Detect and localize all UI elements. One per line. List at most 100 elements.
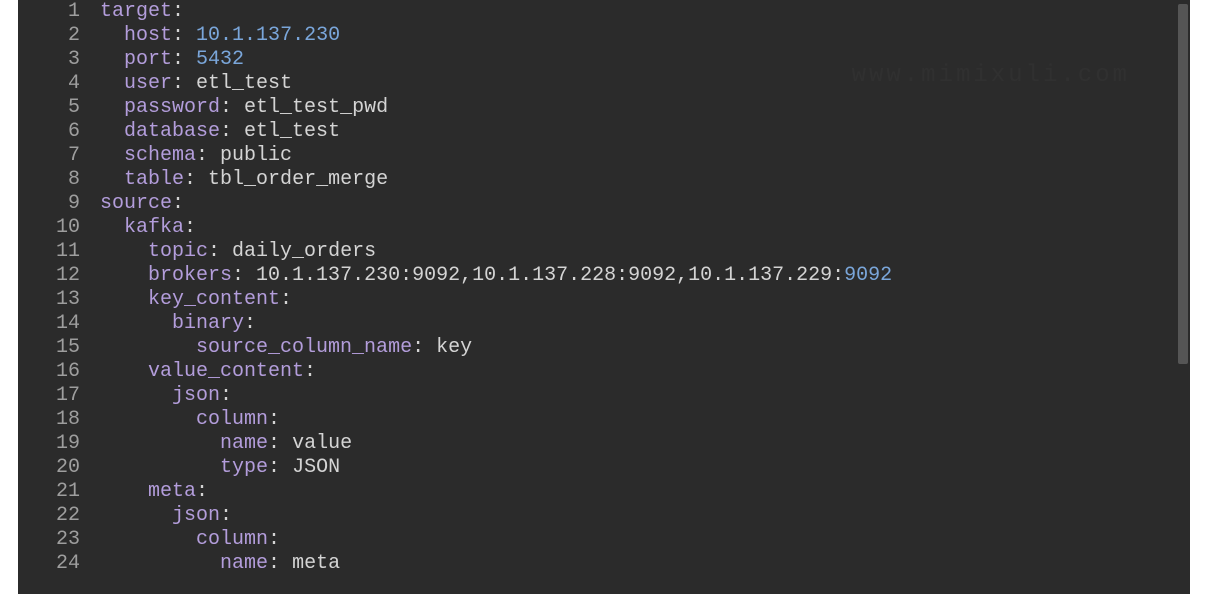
line-code: value_content:	[88, 360, 316, 383]
code-line: 1 target:	[18, 0, 1190, 24]
yaml-value: 10.1.137.230:9092,10.1.137.228:9092,10.1…	[244, 264, 844, 287]
line-number: 7	[18, 144, 88, 168]
line-code: name: meta	[88, 552, 340, 575]
line-code: database: etl_test	[88, 120, 340, 143]
line-number: 16	[18, 360, 88, 384]
line-number: 3	[18, 48, 88, 72]
code-line: 14 binary:	[18, 312, 1190, 336]
line-number: 1	[18, 0, 88, 24]
line-number: 5	[18, 96, 88, 120]
yaml-key: value_content	[148, 360, 304, 383]
line-code: meta:	[88, 480, 208, 503]
code-line: 2 host: 10.1.137.230	[18, 24, 1190, 48]
yaml-colon: :	[220, 96, 232, 119]
yaml-key: json	[172, 504, 220, 527]
code-line: 21 meta:	[18, 480, 1190, 504]
line-code: password: etl_test_pwd	[88, 96, 388, 119]
yaml-key: table	[124, 168, 184, 191]
yaml-key: key_content	[148, 288, 280, 311]
code-line: 18 column:	[18, 408, 1190, 432]
line-code: type: JSON	[88, 456, 340, 479]
yaml-colon: :	[268, 408, 280, 431]
yaml-value-tail: 9092	[844, 264, 892, 287]
line-number: 10	[18, 216, 88, 240]
yaml-key: column	[196, 528, 268, 551]
yaml-key: binary	[172, 312, 244, 335]
code-line: 6 database: etl_test	[18, 120, 1190, 144]
code-line: 11 topic: daily_orders	[18, 240, 1190, 264]
line-number: 2	[18, 24, 88, 48]
yaml-value: key	[424, 336, 472, 359]
line-code: source_column_name: key	[88, 336, 472, 359]
yaml-value: value	[280, 432, 352, 455]
line-number: 24	[18, 552, 88, 576]
line-number: 11	[18, 240, 88, 264]
scrollbar-thumb[interactable]	[1178, 4, 1188, 364]
code-line: 4 user: etl_test	[18, 72, 1190, 96]
yaml-key: brokers	[148, 264, 232, 287]
line-number: 13	[18, 288, 88, 312]
line-number: 22	[18, 504, 88, 528]
line-number: 12	[18, 264, 88, 288]
vertical-scrollbar[interactable]	[1178, 4, 1188, 364]
yaml-colon: :	[268, 552, 280, 575]
line-number: 15	[18, 336, 88, 360]
yaml-value: tbl_order_merge	[196, 168, 388, 191]
code-line: 5 password: etl_test_pwd	[18, 96, 1190, 120]
yaml-value: etl_test	[232, 120, 340, 143]
yaml-key: source	[100, 192, 172, 215]
line-number: 17	[18, 384, 88, 408]
yaml-key: schema	[124, 144, 196, 167]
yaml-colon: :	[268, 432, 280, 455]
yaml-value: JSON	[280, 456, 340, 479]
yaml-colon: :	[196, 144, 208, 167]
line-code: port: 5432	[88, 48, 244, 71]
line-code: topic: daily_orders	[88, 240, 376, 263]
line-code: schema: public	[88, 144, 292, 167]
yaml-value: meta	[280, 552, 340, 575]
code-line: 20 type: JSON	[18, 456, 1190, 480]
yaml-value: daily_orders	[220, 240, 376, 263]
yaml-colon: :	[220, 120, 232, 143]
yaml-colon: :	[184, 216, 196, 239]
yaml-key: host	[124, 24, 172, 47]
line-number: 18	[18, 408, 88, 432]
yaml-value: etl_test_pwd	[232, 96, 388, 119]
yaml-colon: :	[196, 480, 208, 503]
line-number: 14	[18, 312, 88, 336]
yaml-key: name	[220, 552, 268, 575]
code-line: 19 name: value	[18, 432, 1190, 456]
yaml-key: column	[196, 408, 268, 431]
yaml-colon: :	[220, 384, 232, 407]
line-code: table: tbl_order_merge	[88, 168, 388, 191]
yaml-colon: :	[172, 72, 184, 95]
code-editor[interactable]: www.mimixuli.com 1 target:2 host: 10.1.1…	[18, 0, 1190, 594]
yaml-colon: :	[268, 528, 280, 551]
line-code: target:	[88, 0, 184, 23]
yaml-colon: :	[172, 24, 184, 47]
line-code: brokers: 10.1.137.230:9092,10.1.137.228:…	[88, 264, 892, 287]
yaml-colon: :	[244, 312, 256, 335]
yaml-key: topic	[148, 240, 208, 263]
yaml-colon: :	[280, 288, 292, 311]
yaml-colon: :	[184, 168, 196, 191]
yaml-colon: :	[220, 504, 232, 527]
line-code: binary:	[88, 312, 256, 335]
yaml-colon: :	[304, 360, 316, 383]
code-line: 23 column:	[18, 528, 1190, 552]
yaml-key: database	[124, 120, 220, 143]
line-number: 6	[18, 120, 88, 144]
code-content: 1 target:2 host: 10.1.137.2303 port: 543…	[18, 0, 1190, 576]
line-code: column:	[88, 408, 280, 431]
line-code: name: value	[88, 432, 352, 455]
yaml-value: public	[208, 144, 292, 167]
line-number: 21	[18, 480, 88, 504]
code-line: 7 schema: public	[18, 144, 1190, 168]
yaml-colon: :	[232, 264, 244, 287]
yaml-colon: :	[172, 48, 184, 71]
yaml-colon: :	[412, 336, 424, 359]
code-line: 13 key_content:	[18, 288, 1190, 312]
line-code: host: 10.1.137.230	[88, 24, 340, 47]
yaml-value: 10.1.137.230	[184, 24, 340, 47]
line-code: source:	[88, 192, 184, 215]
